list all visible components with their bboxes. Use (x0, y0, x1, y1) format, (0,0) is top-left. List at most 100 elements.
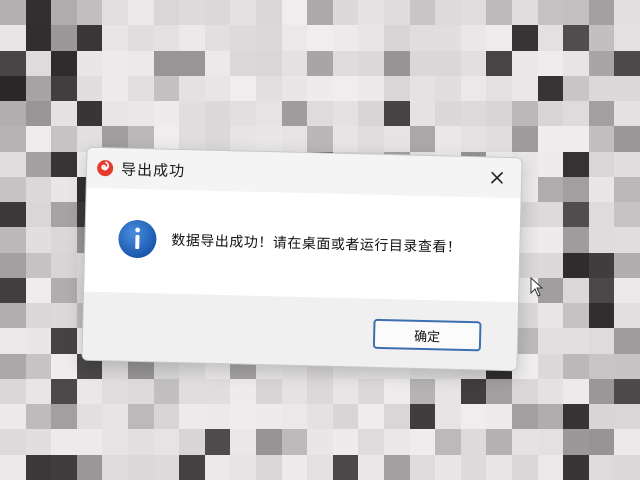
mosaic-tile (179, 378, 205, 405)
mosaic-tile (332, 404, 359, 430)
mosaic-tile (332, 126, 359, 152)
mosaic-tile (76, 0, 103, 26)
mosaic-tile (588, 252, 615, 278)
mosaic-tile (51, 429, 77, 455)
mosaic-tile (128, 454, 154, 480)
mosaic-tile (588, 328, 615, 354)
mosaic-tile (0, 50, 26, 76)
mosaic-tile (25, 404, 52, 430)
mosaic-tile (153, 454, 180, 480)
mosaic-tile (512, 378, 538, 405)
mosaic-tile (332, 429, 359, 455)
mosaic-tile (588, 101, 615, 127)
mosaic-tile (204, 0, 231, 26)
mosaic-tile (537, 101, 564, 127)
mosaic-tile (563, 101, 589, 127)
mosaic-tile (409, 0, 436, 26)
mosaic-tile (51, 277, 77, 304)
mosaic-tile (588, 353, 615, 379)
mosaic-tile (384, 378, 410, 405)
mosaic-tile (563, 50, 589, 76)
mosaic-tile (460, 75, 487, 102)
mosaic-tile (486, 101, 512, 127)
mosaic-tile (153, 50, 180, 76)
mosaic-tile (281, 25, 308, 51)
mosaic-tile (358, 101, 384, 127)
mosaic-tile (563, 404, 589, 430)
mosaic-tile (128, 101, 154, 127)
mosaic-tile (614, 151, 640, 177)
mosaic-tile (102, 50, 128, 76)
mosaic-tile (537, 252, 564, 278)
mosaic-tile (588, 75, 615, 102)
mosaic-tile (0, 151, 26, 177)
ok-button[interactable]: 确定 (372, 318, 482, 352)
mosaic-tile (563, 75, 589, 102)
mosaic-tile (281, 378, 308, 405)
mosaic-tile (281, 0, 308, 26)
mosaic-tile (614, 0, 640, 26)
mosaic-tile (0, 277, 26, 304)
mosaic-tile (435, 454, 461, 480)
mosaic-tile (25, 0, 52, 26)
mosaic-tile (307, 25, 333, 51)
mosaic-tile (332, 0, 359, 26)
mosaic-tile (614, 50, 640, 76)
mosaic-tile (76, 75, 103, 102)
mosaic-tile (179, 126, 205, 152)
mosaic-tile (563, 151, 589, 177)
mosaic-tile (76, 101, 103, 127)
mosaic-tile (614, 454, 640, 480)
mosaic-tile (256, 0, 282, 26)
mosaic-tile (435, 25, 461, 51)
mosaic-tile (486, 378, 512, 405)
mosaic-tile (102, 0, 128, 26)
mosaic-tile (25, 25, 52, 51)
mosaic-tile (614, 378, 640, 405)
mosaic-tile (537, 303, 564, 329)
close-button[interactable] (483, 163, 512, 192)
mosaic-tile (51, 353, 77, 379)
mosaic-tile (204, 126, 231, 152)
mosaic-tile (153, 0, 180, 26)
mosaic-tile (537, 75, 564, 102)
mosaic-tile (588, 126, 615, 152)
mosaic-tile (512, 454, 538, 480)
mosaic-tile (25, 328, 52, 354)
mosaic-tile (435, 404, 461, 430)
mosaic-tile (25, 75, 52, 102)
mosaic-tile (102, 429, 128, 455)
mosaic-tile (307, 0, 333, 26)
mosaic-tile (51, 303, 77, 329)
mosaic-tile (102, 378, 128, 405)
mosaic-tile (409, 454, 436, 480)
mosaic-tile (128, 429, 154, 455)
mosaic-tile (128, 75, 154, 102)
mosaic-tile (435, 75, 461, 102)
mosaic-tile (409, 126, 436, 152)
mosaic-tile (25, 429, 52, 455)
mosaic-tile (409, 75, 436, 102)
mosaic-tile (0, 404, 26, 430)
mosaic-tile (179, 101, 205, 127)
mosaic-tile (588, 227, 615, 253)
dialog-content: 数据导出成功！请在桌面或者运行目录查看！ (84, 187, 521, 303)
mosaic-tile (51, 252, 77, 278)
mosaic-tile (384, 0, 410, 26)
mosaic-tile (332, 101, 359, 127)
mosaic-tile (0, 303, 26, 329)
mosaic-tile (512, 404, 538, 430)
mosaic-tile (25, 176, 52, 203)
mosaic-tile (0, 328, 26, 354)
mosaic-tile (588, 277, 615, 304)
mosaic-tile (512, 101, 538, 127)
mosaic-tile (281, 101, 308, 127)
mosaic-tile (256, 75, 282, 102)
mosaic-tile (460, 0, 487, 26)
mosaic-tile (102, 75, 128, 102)
mosaic-tile (332, 75, 359, 102)
mosaic-tile (128, 404, 154, 430)
mosaic-tile (512, 0, 538, 26)
mosaic-tile (588, 454, 615, 480)
mosaic-tile (614, 277, 640, 304)
